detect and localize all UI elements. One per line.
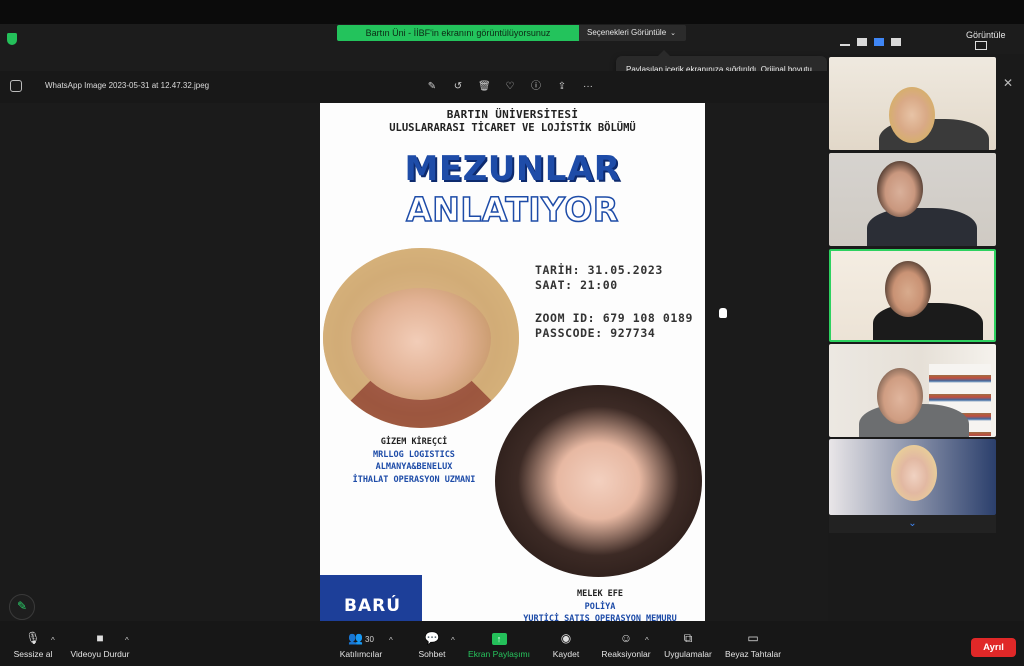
mouse-cursor-icon [719, 308, 727, 318]
reactions-label: Reaksiyonlar [601, 649, 651, 659]
poster-time: SAAT: 21:00 [535, 278, 618, 292]
stop-video-label: Videoyu Durdur [70, 649, 130, 659]
speaker1-role: İTHALAT OPERASYON UZMANI [352, 474, 476, 485]
apps-button[interactable]: ⧉ Uygulamalar [662, 631, 714, 659]
record-icon: ◉ [560, 631, 572, 645]
gallery-layout-icon[interactable] [891, 38, 901, 46]
video-options-caret-icon[interactable]: ^ [125, 636, 129, 645]
participants-icon: 👥 30 [348, 631, 374, 645]
security-shield-icon[interactable] [7, 33, 17, 45]
poster-passcode: PASSCODE: 927734 [535, 326, 656, 340]
thumbnail-layout-icon[interactable] [857, 38, 867, 46]
chat-bubble-icon: 💬 [424, 631, 440, 645]
leave-meeting-button[interactable]: Ayrıl [971, 638, 1016, 657]
speaker2-caption: MELEK EFE POLİYA YURTİÇİ SATIŞ OPERASYON… [500, 588, 700, 621]
participant-count: 30 [365, 635, 374, 644]
video-camera-icon: ■ [96, 631, 104, 645]
view-button-label[interactable]: Görüntüle [966, 30, 1006, 40]
mute-button[interactable]: 🎙 Sessize al [12, 631, 54, 659]
mute-label: Sessize al [13, 649, 53, 659]
video-tile[interactable] [829, 344, 996, 437]
video-tile[interactable] [829, 439, 996, 515]
viewer-tools: ✎ ↺ 🗑 ♡ ⓘ ⇪ ··· [426, 81, 594, 93]
video-tile[interactable] [829, 57, 996, 150]
chat-options-caret-icon[interactable]: ^ [451, 636, 455, 645]
poster-university: BARTIN ÜNİVERSİTESİ [446, 108, 579, 121]
poster-date: TARİH: 31.05.2023 [535, 263, 663, 277]
record-label: Kaydet [552, 649, 580, 659]
audio-options-caret-icon[interactable]: ^ [51, 636, 55, 645]
screen-share-notice: Bartın Üni - İİBF'in ekranını görüntülüy… [337, 25, 579, 41]
speaker1-company: MRLLOG LOGISTICS [373, 449, 455, 460]
whiteboard-label: Beyaz Tahtalar [724, 649, 782, 659]
speaker2-name: MELEK EFE [576, 589, 624, 599]
chat-label: Sohbet [418, 649, 446, 659]
apps-icon: ⧉ [683, 631, 693, 645]
speaker1-region: ALMANYA&BENELUX [375, 462, 453, 472]
event-poster: BARTIN ÜNİVERSİTESİ ULUSLARARASI TİCARET… [320, 103, 705, 621]
close-icon[interactable]: ✕ [1003, 76, 1013, 90]
speaker2-company: POLİYA [584, 601, 616, 612]
poster-department: ULUSLARARASI TİCARET VE LOJİSTİK BÖLÜMÜ [389, 122, 636, 134]
edit-icon[interactable]: ✎ [426, 81, 438, 93]
share-icon[interactable]: ⇪ [556, 81, 568, 93]
layout-switcher[interactable] [840, 38, 901, 46]
heart-icon[interactable]: ♡ [504, 81, 516, 93]
speaker1-photo [323, 248, 519, 428]
whiteboard-icon: ▭ [747, 631, 759, 645]
video-tile-active-speaker[interactable] [829, 249, 996, 342]
speaker2-photo [495, 385, 702, 577]
annotate-pencil-icon[interactable]: ✎ [9, 594, 35, 620]
share-screen-label: Ekran Paylaşımı [468, 649, 530, 659]
view-options-label: Seçenekleri Görüntüle [587, 28, 667, 37]
chat-button[interactable]: 💬 Sohbet [414, 631, 450, 659]
speaker-layout-icon[interactable] [874, 38, 884, 46]
poster-title-line1: MEZUNLAR [404, 149, 621, 189]
participants-label: Katılımcılar [339, 649, 383, 659]
photos-app-icon [10, 80, 22, 92]
reactions-options-caret-icon[interactable]: ^ [645, 636, 649, 645]
speaker1-caption: GİZEM KİREÇCİ MRLLOG LOGISTICS ALMANYA&B… [334, 436, 494, 486]
video-tile[interactable] [829, 153, 996, 246]
view-window-icon[interactable] [975, 41, 987, 50]
rotate-icon[interactable]: ↺ [452, 81, 464, 93]
speaker1-name: GİZEM KİREÇCİ [380, 437, 448, 447]
university-logo: BARÚ [320, 575, 422, 621]
participants-options-caret-icon[interactable]: ^ [389, 636, 393, 645]
trash-icon[interactable]: 🗑 [478, 81, 491, 93]
chevron-down-icon: ⌄ [670, 30, 677, 37]
poster-zoom-id: ZOOM ID: 679 108 0189 [535, 311, 693, 325]
speaker2-role: YURTİÇİ SATIŞ OPERASYON MEMURU [523, 614, 677, 621]
info-icon[interactable]: ⓘ [530, 81, 542, 93]
image-filename: WhatsApp Image 2023-05-31 at 12.47.32.jp… [45, 81, 210, 90]
stop-video-button[interactable]: ■ Videoyu Durdur [68, 631, 132, 659]
more-icon[interactable]: ··· [582, 81, 594, 93]
scroll-down-chevron-icon[interactable]: ⌄ [829, 515, 996, 533]
share-screen-button[interactable]: ↑ Ekran Paylaşımı [467, 631, 531, 659]
mac-menubar [0, 0, 1024, 24]
microphone-icon: 🎙 [25, 631, 41, 645]
record-button[interactable]: ◉ Kaydet [548, 631, 584, 659]
view-options-button[interactable]: Seçenekleri Görüntüle ⌄ [579, 25, 686, 41]
minimize-layout-icon[interactable] [840, 44, 850, 46]
poster-title-line2: ANLATIYOR [405, 189, 619, 230]
share-screen-icon: ↑ [491, 633, 507, 645]
whiteboard-button[interactable]: ▭ Beyaz Tahtalar [723, 631, 783, 659]
apps-label: Uygulamalar [664, 649, 712, 659]
participants-button[interactable]: 👥 30 Katılımcılar [336, 631, 386, 659]
